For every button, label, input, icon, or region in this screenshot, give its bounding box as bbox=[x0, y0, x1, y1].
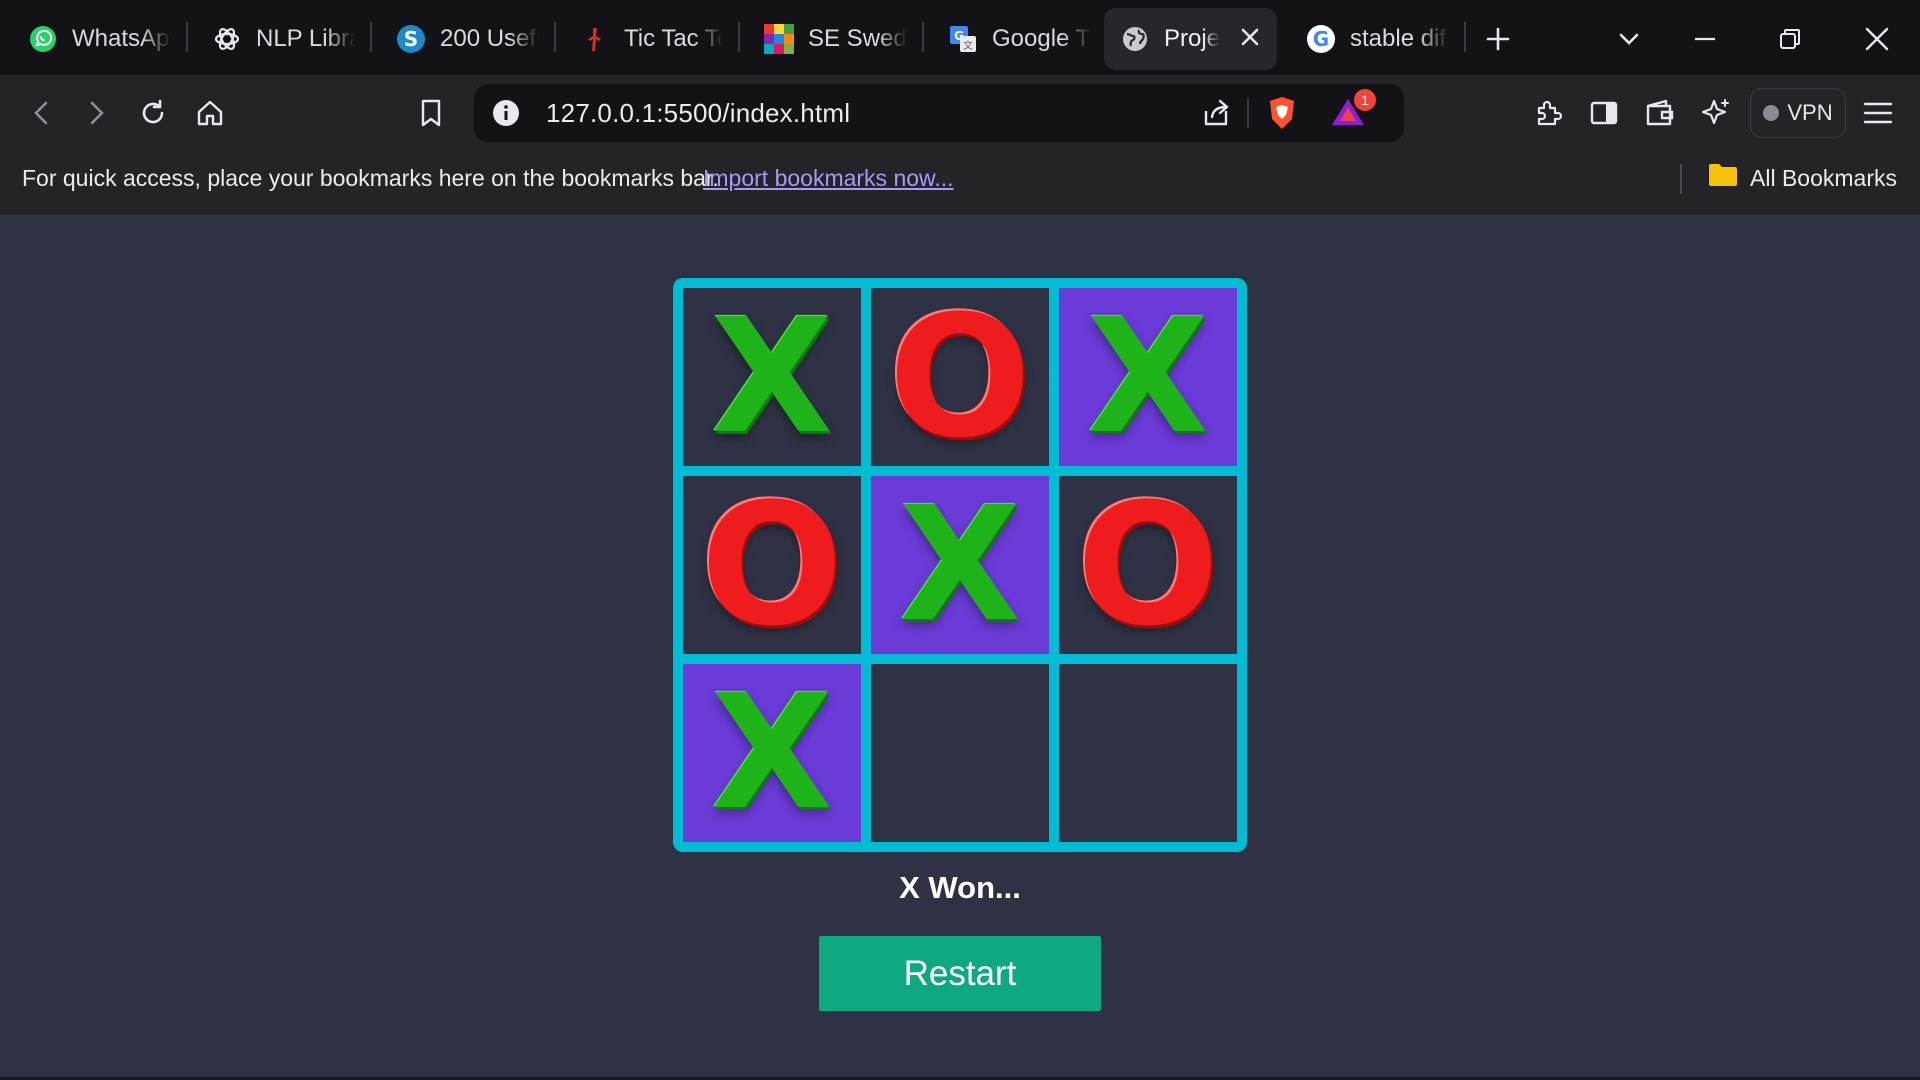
import-bookmarks-link[interactable]: Import bookmarks now... bbox=[703, 150, 954, 206]
tab-label: Tic Tac To bbox=[624, 25, 723, 52]
tab-nlp-library[interactable]: NLP Libra bbox=[196, 8, 371, 70]
svg-text:S: S bbox=[404, 27, 418, 51]
tab-separator bbox=[554, 22, 556, 52]
close-tab-icon[interactable] bbox=[1239, 24, 1261, 54]
vpn-status-dot bbox=[1763, 105, 1780, 121]
brave-shields-icon[interactable] bbox=[1266, 95, 1298, 136]
leo-ai-icon[interactable] bbox=[1690, 87, 1742, 139]
tab-google-translate[interactable]: G文 Google T bbox=[932, 8, 1107, 70]
site-info-icon[interactable] bbox=[492, 99, 520, 132]
reload-icon[interactable] bbox=[127, 87, 179, 139]
all-bookmarks-label: All Bookmarks bbox=[1750, 164, 1897, 191]
bookmarks-divider bbox=[1680, 164, 1682, 194]
tab-label: WhatsAp bbox=[72, 25, 170, 52]
minimize-window-icon[interactable] bbox=[1680, 14, 1730, 64]
google-translate-icon: G文 bbox=[948, 24, 978, 54]
restart-button[interactable]: Restart bbox=[819, 936, 1101, 1011]
tab-label: SE Swedis bbox=[808, 25, 907, 52]
new-tab-button[interactable] bbox=[1473, 14, 1523, 64]
board-cell-2-0[interactable]: X bbox=[683, 664, 861, 842]
bookmarks-bar: For quick access, place your bookmarks h… bbox=[0, 150, 1920, 215]
o-mark: O bbox=[888, 288, 1032, 466]
url-text[interactable]: 127.0.0.1:5500/index.html bbox=[546, 84, 850, 142]
tab-separator bbox=[738, 22, 740, 52]
svg-text:G: G bbox=[1313, 27, 1329, 51]
close-window-icon[interactable] bbox=[1852, 14, 1902, 64]
tab-label: Proje bbox=[1164, 25, 1220, 52]
board-cell-1-0[interactable]: O bbox=[683, 476, 861, 654]
tab-separator bbox=[1464, 22, 1466, 52]
globe-icon bbox=[1120, 24, 1150, 54]
tab-tic-tac-toe[interactable]: Tic Tac To bbox=[564, 8, 739, 70]
google-icon: G bbox=[1306, 24, 1336, 54]
board-cell-2-2[interactable] bbox=[1059, 664, 1237, 842]
rewards-badge: 1 bbox=[1354, 89, 1376, 111]
tab-separator bbox=[370, 22, 372, 52]
tab-strip: WhatsAp NLP Libra S 200 Usefu Tic Tac To… bbox=[0, 0, 1920, 75]
board-cell-0-0[interactable]: X bbox=[683, 288, 861, 466]
whatsapp-icon bbox=[28, 24, 58, 54]
board-cell-2-1[interactable] bbox=[871, 664, 1049, 842]
tab-label: stable dif bbox=[1350, 25, 1447, 52]
board-cell-0-2[interactable]: X bbox=[1059, 288, 1237, 466]
board-cell-1-2[interactable]: O bbox=[1059, 476, 1237, 654]
tab-stable-diffusion[interactable]: G stable dif bbox=[1290, 8, 1465, 70]
board-cell-0-1[interactable]: O bbox=[871, 288, 1049, 466]
tab-label: 200 Usefu bbox=[440, 25, 539, 52]
bookmark-page-icon[interactable] bbox=[405, 87, 457, 139]
share-icon[interactable] bbox=[1200, 97, 1232, 134]
tab-search-chevron-icon[interactable] bbox=[1604, 14, 1654, 64]
tab-separator bbox=[922, 22, 924, 52]
forward-arrow-icon[interactable] bbox=[70, 87, 122, 139]
openai-icon bbox=[212, 24, 242, 54]
folder-icon bbox=[1708, 163, 1738, 193]
vpn-label: VPN bbox=[1787, 100, 1833, 125]
sidebar-toggle-icon[interactable] bbox=[1578, 87, 1630, 139]
game-status-message: X Won... bbox=[899, 870, 1021, 905]
menu-hamburger-icon[interactable] bbox=[1852, 87, 1904, 139]
back-arrow-icon[interactable] bbox=[16, 87, 68, 139]
x-mark: X bbox=[899, 476, 1021, 654]
restore-window-icon[interactable] bbox=[1765, 14, 1815, 64]
tab-project-active[interactable]: Proje bbox=[1104, 8, 1277, 70]
tab-swedish[interactable]: SE Swedis bbox=[748, 8, 923, 70]
tab-label: NLP Libra bbox=[256, 25, 355, 52]
tab-separator bbox=[186, 22, 188, 52]
address-bar[interactable]: 127.0.0.1:5500/index.html 1 bbox=[474, 84, 1404, 142]
all-bookmarks-button[interactable]: All Bookmarks bbox=[1708, 160, 1897, 196]
x-mark: X bbox=[711, 288, 833, 466]
x-mark: X bbox=[711, 664, 833, 842]
browser-toolbar: 127.0.0.1:5500/index.html 1 VPN bbox=[0, 75, 1920, 150]
o-mark: O bbox=[700, 476, 844, 654]
tab-200-useful[interactable]: S 200 Usefu bbox=[380, 8, 555, 70]
x-mark: X bbox=[1087, 288, 1209, 466]
vpn-button[interactable]: VPN bbox=[1750, 88, 1846, 138]
tic-tac-toe-board: XOXOXOX bbox=[673, 278, 1247, 852]
extensions-icon[interactable] bbox=[1522, 87, 1574, 139]
bookmarks-bar-message: For quick access, place your bookmarks h… bbox=[22, 165, 719, 191]
tab-whatsapp[interactable]: WhatsAp bbox=[12, 8, 187, 70]
omnibox-divider bbox=[1247, 98, 1249, 128]
o-mark: O bbox=[1076, 476, 1220, 654]
board-cell-1-1[interactable]: X bbox=[871, 476, 1049, 654]
wallet-icon[interactable] bbox=[1634, 87, 1686, 139]
s-logo-icon: S bbox=[396, 24, 426, 54]
swedish-favicon-icon bbox=[764, 24, 794, 54]
tictactoe-favicon-icon bbox=[580, 24, 610, 54]
svg-text:文: 文 bbox=[963, 39, 973, 52]
tab-label: Google T bbox=[992, 25, 1091, 52]
home-icon[interactable] bbox=[184, 87, 236, 139]
